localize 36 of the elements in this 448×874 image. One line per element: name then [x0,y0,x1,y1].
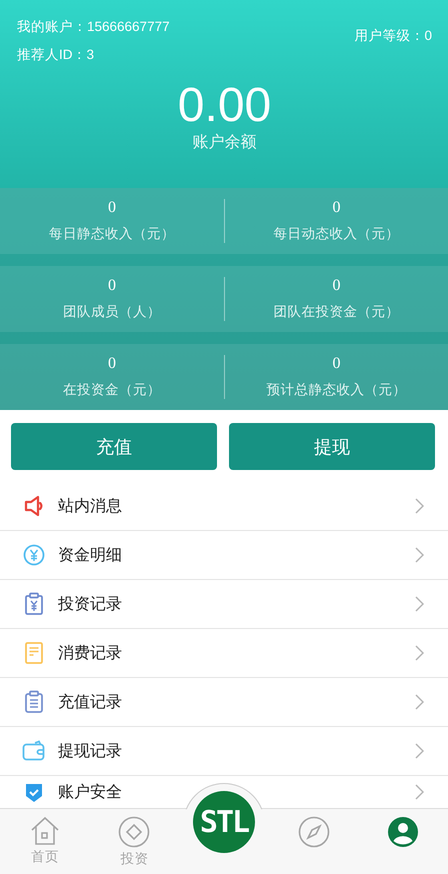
document-icon [24,641,44,665]
stat-value: 0 [108,277,116,295]
stat-value: 0 [332,277,340,295]
home-icon[interactable] [28,816,61,846]
account-number: 我的账户：15666667777 [17,18,170,36]
speaker-icon [24,495,44,517]
chevron-right-icon [415,645,424,661]
stat-label: 团队在投资金（元） [274,303,400,321]
withdraw-button[interactable]: 提现 [229,423,435,470]
chevron-right-icon [415,498,424,514]
profile-icon[interactable] [387,816,420,848]
chevron-right-icon [415,596,424,612]
stat-value: 0 [332,199,340,217]
wallet-icon [22,740,46,762]
stat-label: 每日静态收入（元） [49,225,175,243]
user-level: 用户等级：0 [354,28,432,43]
clipboard-icon [24,690,44,714]
stat-label: 在投资金（元） [63,381,161,399]
chevron-right-icon [415,743,424,759]
yuan-coin-icon [23,544,45,566]
compass-icon[interactable] [298,816,330,848]
chevron-right-icon [415,694,424,710]
balance-amount: 0.00 [178,80,272,132]
diamond-circle-icon[interactable] [118,816,150,848]
chevron-right-icon [415,547,424,563]
stat-label: 预计总静态收入（元） [266,381,406,399]
stat-label: 每日动态收入（元） [274,225,400,243]
stat-label: 团队成员（人） [63,303,161,321]
logo-button[interactable]: STL [192,791,255,853]
stat-value: 0 [332,355,340,373]
clipboard-yuan-icon [24,592,44,616]
stat-value: 0 [108,355,116,373]
balance-label: 账户余额 [192,132,256,153]
referrer-id: 推荐人ID：3 [17,46,96,64]
recharge-button[interactable]: 充值 [11,423,217,470]
stat-value: 0 [108,199,116,217]
